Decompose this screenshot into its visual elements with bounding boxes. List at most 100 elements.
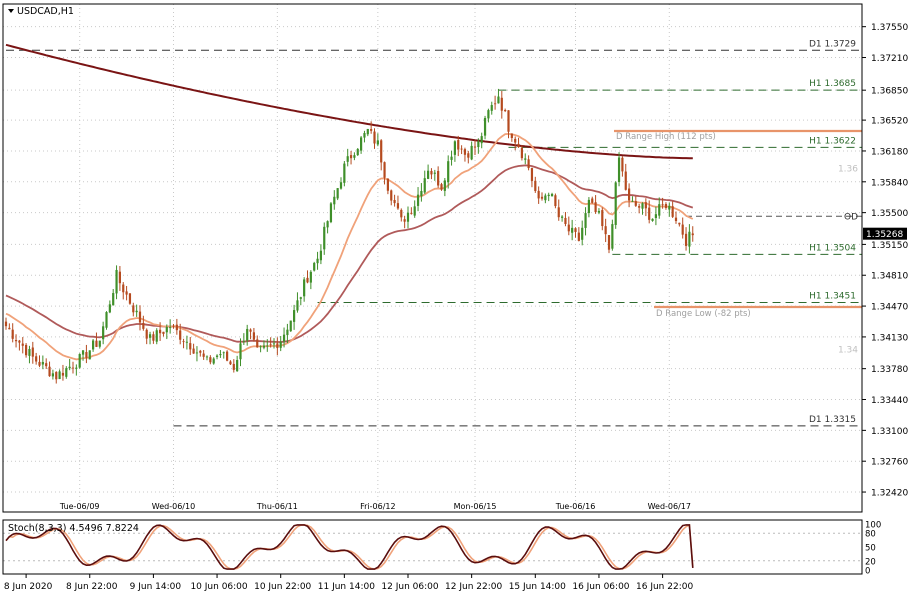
candle-body xyxy=(437,170,440,186)
candle-body xyxy=(624,171,627,190)
candle-body xyxy=(279,341,282,348)
candle-body xyxy=(48,366,51,377)
candle-body xyxy=(550,193,554,197)
candle-body xyxy=(346,156,349,162)
candle-body xyxy=(621,157,624,172)
candle-body xyxy=(28,349,31,356)
candle-body xyxy=(212,358,215,364)
candle-body xyxy=(648,207,651,220)
candle-body xyxy=(209,357,212,363)
candle-body xyxy=(547,194,550,197)
candle-body xyxy=(564,217,567,224)
candle-body xyxy=(189,343,192,350)
time-tick-label: 8 Jun 22:00 xyxy=(66,582,118,592)
candle-body xyxy=(85,352,88,358)
stoch-tick-label: 50 xyxy=(865,544,876,554)
candle-body xyxy=(410,212,413,214)
candle-body xyxy=(641,203,644,209)
candle-body xyxy=(571,227,574,233)
candle-body xyxy=(420,190,423,197)
candle-body xyxy=(272,343,276,345)
candle-body xyxy=(678,222,681,225)
candle-body xyxy=(128,293,132,304)
candle-body xyxy=(118,271,121,284)
candle-body xyxy=(138,311,142,323)
candle-body xyxy=(155,330,158,342)
candle-body xyxy=(319,250,322,261)
candle-body xyxy=(95,340,98,347)
candle-body xyxy=(323,226,326,250)
candle-body xyxy=(159,329,162,334)
time-tick-label: 10 Jun 22:00 xyxy=(254,582,311,592)
candle-body xyxy=(303,279,306,297)
candle-body xyxy=(18,340,21,343)
candle-body xyxy=(453,141,456,155)
candle-body xyxy=(607,235,611,250)
candle-body xyxy=(215,355,219,358)
candle-body xyxy=(326,221,329,228)
candle-body xyxy=(487,110,490,119)
candle-body xyxy=(152,334,155,341)
candle-body xyxy=(614,182,617,225)
candle-body xyxy=(229,361,232,365)
candle-body xyxy=(638,206,641,208)
usdcad-h1-chart[interactable]: D1 1.3729 H1 1.3685 H1 1.3622 H1 1.3504 H1 1… xyxy=(0,0,908,600)
level-label: D1 1.3315 xyxy=(809,415,856,425)
candle-body xyxy=(8,327,11,330)
candle-body xyxy=(450,156,453,160)
candle-body xyxy=(497,96,500,104)
candle-body xyxy=(108,304,111,313)
candle-body xyxy=(249,329,252,332)
candle-body xyxy=(584,213,587,228)
time-tick-label: 10 Jun 06:00 xyxy=(190,582,247,592)
price-tick-label: 1.36850 xyxy=(871,87,908,97)
session-day-label: Fri-06/12 xyxy=(360,502,395,511)
candle-body xyxy=(631,201,634,202)
candle-body xyxy=(671,206,674,217)
candle-body xyxy=(306,277,309,283)
candle-body xyxy=(483,117,487,136)
candle-body xyxy=(373,131,376,144)
session-day-label: Wed-06/17 xyxy=(648,502,691,511)
candle-body xyxy=(252,332,255,340)
candle-body xyxy=(236,359,239,372)
candle-body xyxy=(65,368,68,377)
price-tick-label: 1.35840 xyxy=(871,178,908,188)
round-level-label: 1.34 xyxy=(838,346,858,356)
candle-body xyxy=(376,140,379,145)
stochastic-label: Stoch(8,3,3) 4.5496 7.8224 xyxy=(8,523,139,534)
range-label: D Range Low (-82 pts) xyxy=(656,309,751,319)
candle-body xyxy=(514,138,517,143)
candle-body xyxy=(239,343,242,360)
candle-body xyxy=(356,148,359,156)
candle-body xyxy=(413,206,416,216)
candle-body xyxy=(390,190,393,201)
candle-body xyxy=(611,224,614,249)
session-day-label: Wed-06/10 xyxy=(152,502,195,511)
candle-body xyxy=(406,212,410,222)
time-tick-label: 16 Jun 06:00 xyxy=(572,582,629,592)
candle-body xyxy=(299,297,302,299)
candle-body xyxy=(544,195,547,201)
candle-body xyxy=(293,310,296,322)
price-tick-label: 1.33440 xyxy=(871,396,908,406)
symbol-header[interactable]: USDCAD,H1 xyxy=(8,6,74,17)
price-tick-label: 1.34810 xyxy=(871,272,908,282)
stoch-tick-label: 0 xyxy=(865,567,870,577)
candle-body xyxy=(309,271,312,283)
candle-body xyxy=(520,147,523,159)
candle-body xyxy=(567,224,570,232)
candle-body xyxy=(175,324,178,331)
range-label: D Range High (112 pts) xyxy=(616,132,716,142)
candle-body xyxy=(282,334,286,342)
candle-body xyxy=(11,329,14,339)
level-label: H1 1.3685 xyxy=(809,79,856,89)
candle-body xyxy=(353,155,356,158)
candle-body xyxy=(202,353,205,357)
candle-body xyxy=(132,305,135,313)
session-day-label: Tue-06/16 xyxy=(555,502,596,511)
candle-body xyxy=(527,159,530,169)
time-tick-label: 12 Jun 06:00 xyxy=(381,582,438,592)
candle-body xyxy=(540,196,544,199)
candle-body xyxy=(286,329,289,336)
